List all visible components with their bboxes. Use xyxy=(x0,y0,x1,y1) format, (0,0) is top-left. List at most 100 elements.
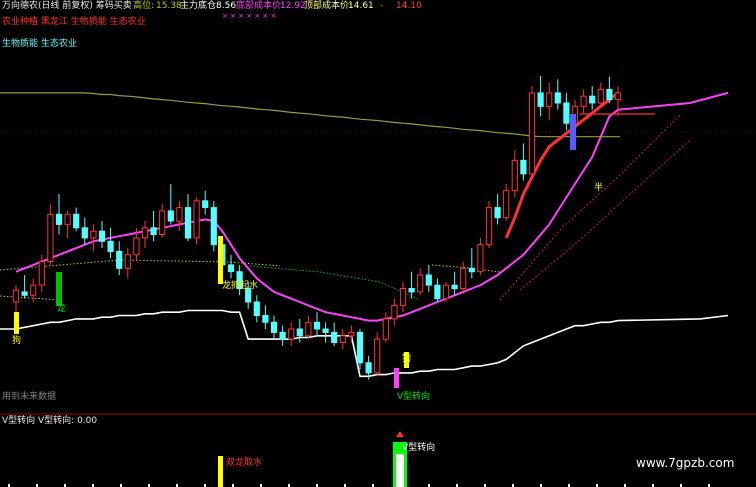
candle-body xyxy=(47,213,54,263)
candle-body xyxy=(253,301,260,316)
candle-body xyxy=(391,304,398,320)
chart-title: 万向德农(日线 前复权) 筹码买卖 xyxy=(2,1,132,11)
candle-body xyxy=(537,92,544,107)
right-value: 14.10 xyxy=(396,1,422,11)
candle-body xyxy=(38,261,45,286)
candle-body xyxy=(90,230,97,239)
high-label: - 高位: xyxy=(127,1,155,11)
dog-label: 狗 xyxy=(12,336,22,346)
kline-chart-canvas xyxy=(0,75,756,487)
candle-body xyxy=(184,207,192,239)
candle-body xyxy=(503,190,510,219)
candle-body xyxy=(554,92,561,104)
candle-body xyxy=(133,237,140,256)
dotted-guide-3 xyxy=(0,295,61,301)
candle-body xyxy=(468,267,475,273)
candle-body xyxy=(442,284,450,300)
candle-body xyxy=(141,227,149,239)
candle-body xyxy=(279,331,286,340)
candle-body xyxy=(494,207,501,219)
candle-body xyxy=(460,267,467,289)
candle-body xyxy=(485,207,493,246)
candle-body xyxy=(382,318,389,340)
candle-body xyxy=(434,284,441,300)
candle-body xyxy=(339,335,346,343)
series-magenta_ma xyxy=(15,91,729,322)
candle-body xyxy=(528,92,536,175)
candle-body xyxy=(417,274,424,293)
candle-body xyxy=(322,328,329,333)
candle-body xyxy=(597,89,604,104)
candle-body xyxy=(356,331,364,364)
candle-body xyxy=(374,338,381,374)
candle-body xyxy=(262,315,269,323)
candle-body xyxy=(227,264,235,273)
candle-body xyxy=(365,362,372,374)
candle-body xyxy=(81,227,88,239)
dotted-guide-1 xyxy=(249,265,421,301)
candle-body xyxy=(408,288,415,293)
candle-body xyxy=(193,200,200,239)
sub-arrow-up xyxy=(396,431,404,437)
dotted-channel-lower xyxy=(519,139,691,291)
v-reversal-sub-label: V型转向 xyxy=(402,443,436,453)
candle-body xyxy=(116,250,123,269)
concept-tags-primary: 农业种植 黑龙江 生物质能 生态农业 xyxy=(2,17,146,27)
candle-body xyxy=(12,289,20,303)
watermark: www.7gpzb.com xyxy=(636,456,735,470)
dotted-channel-upper xyxy=(499,114,681,301)
candle-body xyxy=(30,284,37,296)
header-marks: × × × × × × × xyxy=(222,12,277,20)
candle-body xyxy=(270,321,278,333)
candle-body xyxy=(520,159,527,175)
candle-body xyxy=(348,331,355,337)
candle-body xyxy=(288,328,295,340)
dragon-pick-label: 龙抓起水 xyxy=(222,281,259,291)
candle-body xyxy=(305,321,312,337)
candle-body xyxy=(546,92,553,107)
candle-body xyxy=(210,207,217,246)
candle-body xyxy=(124,254,131,269)
signal-bar-magenta xyxy=(394,368,399,388)
top-cost-label: 顶部成本价: xyxy=(304,1,353,11)
high-value: 15.38 xyxy=(156,1,182,11)
v-reversal-label: V型转向 xyxy=(397,392,431,402)
candle-body xyxy=(589,95,596,104)
signal-bar-green xyxy=(56,272,62,306)
sub-panel-title: V型转向 V型转向: 0.00 xyxy=(2,416,98,426)
sub-bar-white xyxy=(396,454,404,487)
candle-body xyxy=(313,321,321,330)
double-dragon-label: 双龙取水 xyxy=(226,458,263,468)
candle-body xyxy=(614,92,622,101)
dog-label-2: 狗 xyxy=(402,354,412,364)
signal-bar-yellow-2 xyxy=(218,236,223,284)
candle-body xyxy=(64,213,71,225)
signal-bar-yellow xyxy=(14,312,19,334)
candle-body xyxy=(399,288,407,306)
candle-body xyxy=(176,207,183,222)
candle-body xyxy=(73,213,80,229)
candle-body xyxy=(55,213,63,225)
candle-body xyxy=(451,284,458,290)
candle-body xyxy=(296,328,303,337)
kline-chart-window: 万向德农(日线 前复权) 筹码买卖 - 高位: 15.38 主力底仓: 8.56… xyxy=(0,0,756,487)
series-olive_line xyxy=(0,92,620,138)
candle-body xyxy=(511,159,518,192)
candle-body xyxy=(98,230,106,242)
bottom-cost-value: 12.92 xyxy=(280,1,306,11)
sub-bar-yellow xyxy=(218,456,223,487)
future-data-note: 用到未来数据 xyxy=(2,392,57,402)
signal-bar-blue xyxy=(570,114,576,150)
candle-body xyxy=(159,210,166,235)
candle-body xyxy=(150,227,157,236)
candle-body xyxy=(331,331,338,343)
candle-body xyxy=(21,291,28,296)
main-position-label: 主力底仓: xyxy=(180,1,220,11)
dragon-label: 龙 xyxy=(57,304,67,314)
half-label: 半 xyxy=(594,183,604,193)
concept-tags-secondary: 生物质能 生态农业 xyxy=(2,39,77,49)
right-label: - xyxy=(380,1,384,11)
candle-body xyxy=(477,244,484,273)
candle-body xyxy=(425,274,432,286)
candle-body xyxy=(580,95,587,107)
